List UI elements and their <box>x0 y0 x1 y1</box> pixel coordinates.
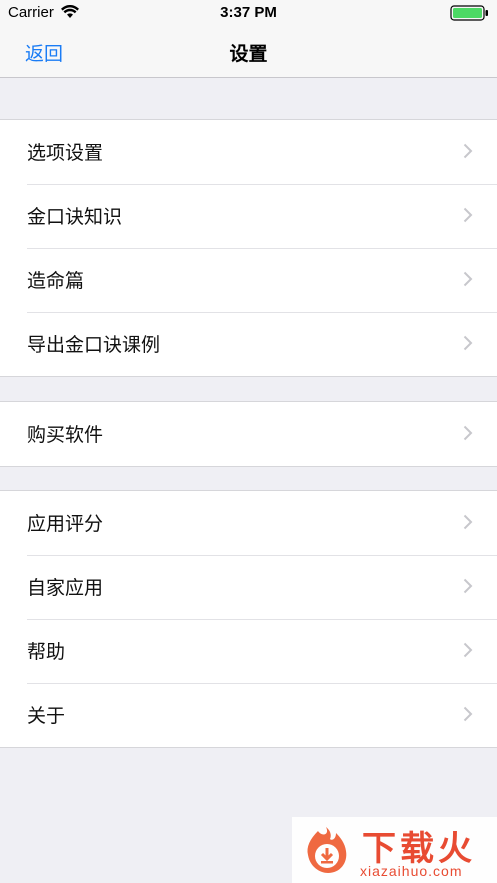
row-label: 帮助 <box>27 641 66 663</box>
navigation-bar: 返回 设置 <box>0 26 497 78</box>
settings-row-zaoming[interactable]: 造命篇 <box>0 248 497 312</box>
flame-download-icon <box>307 827 347 873</box>
settings-group-3: 应用评分 自家应用 帮助 关于 <box>0 490 497 748</box>
chevron-right-icon <box>463 143 473 159</box>
row-label: 造命篇 <box>27 270 85 292</box>
row-label: 应用评分 <box>27 513 104 535</box>
page-title: 设置 <box>229 43 268 65</box>
chevron-right-icon <box>463 425 473 441</box>
settings-row-about[interactable]: 关于 <box>0 683 497 747</box>
settings-row-export[interactable]: 导出金口诀课例 <box>0 312 497 376</box>
chevron-right-icon <box>463 335 473 351</box>
status-time: 3:37 PM <box>220 4 277 21</box>
row-label: 导出金口诀课例 <box>27 334 161 356</box>
settings-row-rate-app[interactable]: 应用评分 <box>0 491 497 555</box>
row-label: 购买软件 <box>27 424 104 446</box>
settings-row-knowledge[interactable]: 金口诀知识 <box>0 184 497 248</box>
battery-icon <box>450 5 488 21</box>
row-label: 关于 <box>27 705 66 727</box>
chevron-right-icon <box>463 578 473 594</box>
watermark: 下载火 xiazaihuo.com <box>292 817 497 883</box>
chevron-right-icon <box>463 207 473 223</box>
chevron-right-icon <box>463 514 473 530</box>
settings-group-2: 购买软件 <box>0 401 497 467</box>
chevron-right-icon <box>463 642 473 658</box>
settings-row-purchase[interactable]: 购买软件 <box>0 402 497 466</box>
settings-row-own-apps[interactable]: 自家应用 <box>0 555 497 619</box>
settings-row-options[interactable]: 选项设置 <box>0 120 497 184</box>
settings-row-help[interactable]: 帮助 <box>0 619 497 683</box>
watermark-subtext: xiazaihuo.com <box>360 863 463 879</box>
settings-group-1: 选项设置 金口诀知识 造命篇 导出金口诀课例 <box>0 119 497 377</box>
status-bar: Carrier 3:37 PM <box>0 0 497 26</box>
row-label: 自家应用 <box>27 577 104 599</box>
row-label: 金口诀知识 <box>27 206 123 228</box>
chevron-right-icon <box>463 706 473 722</box>
row-label: 选项设置 <box>27 142 104 164</box>
chevron-right-icon <box>463 271 473 287</box>
